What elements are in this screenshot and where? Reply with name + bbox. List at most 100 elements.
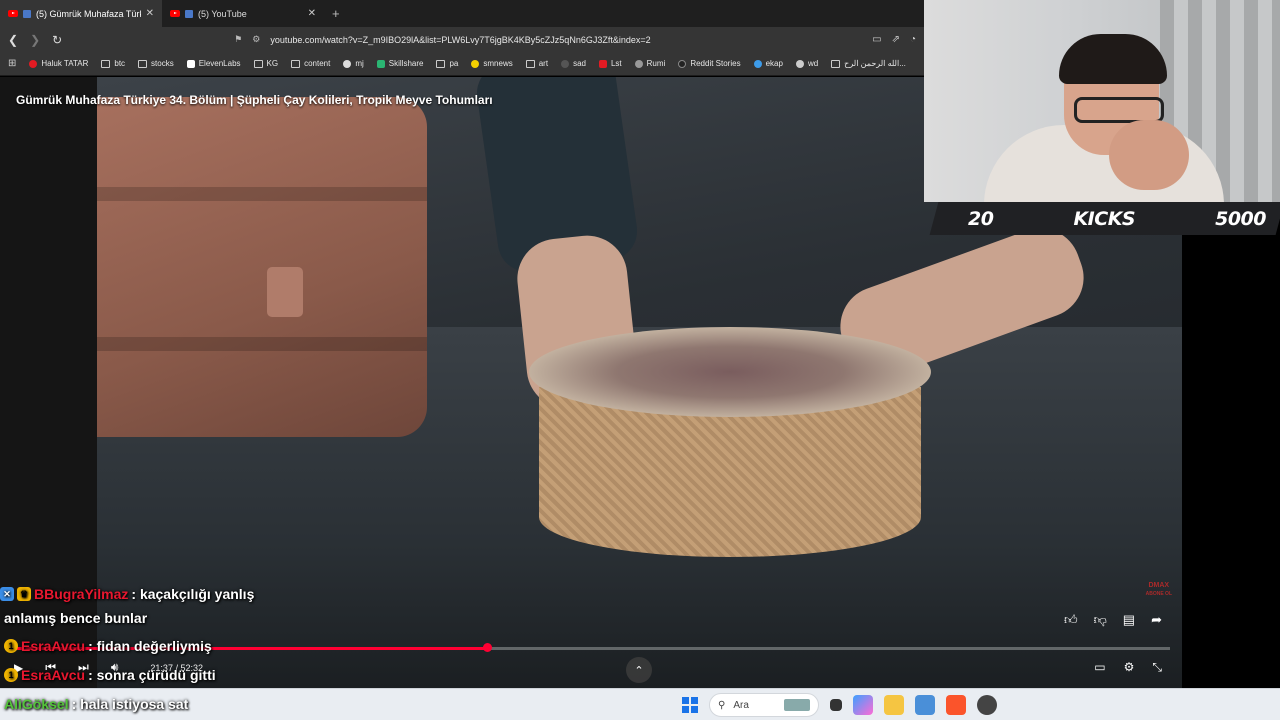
share-icon[interactable]: ⇗ [892, 34, 900, 45]
level-badge-icon: 1 [4, 639, 18, 653]
bookmark-item[interactable]: Lst [598, 59, 622, 68]
bookmark-label: ElevenLabs [198, 59, 241, 68]
brave-browser-icon[interactable] [946, 695, 966, 715]
chat-message: AliGöksel : hala istiyosa sat [4, 696, 188, 712]
ekap-icon [753, 59, 762, 68]
bookmark-item[interactable]: Haluk TATAR [29, 59, 88, 68]
bookmark-item[interactable]: smnews [471, 59, 513, 68]
dislike-icon[interactable]: 👎︎ [1094, 612, 1107, 628]
close-tab-icon[interactable]: ✕ [308, 8, 316, 19]
apps-icon[interactable]: ⊞ [8, 58, 16, 69]
watermark-line1: DMAX [1148, 582, 1170, 589]
sub-badge-icon: ✕ [0, 587, 14, 601]
bookmark-item[interactable]: Reddit Stories [678, 59, 741, 68]
bookmark-label: sad [573, 59, 586, 68]
smnews-icon [471, 59, 480, 68]
chat-text: : kaçakçılığı yanlış [131, 586, 255, 602]
bookmark-item[interactable]: Rumi [634, 59, 665, 68]
bookmark-label: Skillshare [388, 59, 424, 68]
folder-icon [436, 59, 446, 68]
bookmark-label: art [538, 59, 549, 68]
task-view-icon[interactable] [830, 699, 842, 711]
browser-tab-bar: (5) Gümrük Muhafaza Türkiye ✕ (5) YouTub… [0, 0, 924, 27]
chat-message: 1 EsraAvcu : fidan değerliymiş [4, 638, 212, 654]
bookmark-item[interactable]: Skillshare [376, 59, 424, 68]
bookmark-item[interactable]: sad [561, 59, 586, 68]
taskbar-apps: ⚲ Ara [682, 689, 997, 720]
bookmark-icon[interactable]: ⚑ [234, 34, 242, 45]
copilot-icon[interactable] [853, 695, 873, 715]
bookmark-label: Reddit Stories [690, 59, 741, 68]
cast-icon[interactable]: ▭ [872, 34, 881, 45]
watermark-line2: ABONE OL [1145, 591, 1172, 597]
tab-gumruk[interactable]: (5) Gümrük Muhafaza Türkiye ✕ [0, 0, 162, 27]
bookmarks-bar: ⊞ Haluk TATAR btc stocks ElevenLabs KG c… [0, 52, 924, 76]
exit-fullscreen-icon[interactable]: ⤡ [1152, 660, 1162, 675]
tab-youtube[interactable]: (5) YouTube ✕ [162, 0, 324, 27]
expand-up-icon[interactable]: ⌃ [626, 657, 652, 683]
sad-icon [561, 59, 570, 68]
tab-label: (5) Gümrük Muhafaza Türkiye [36, 8, 141, 19]
bookmark-item[interactable]: ElevenLabs [186, 59, 241, 68]
like-icon[interactable]: 👍︎ [1064, 612, 1078, 628]
youtube-icon [170, 10, 180, 17]
bookmark-label: content [304, 59, 331, 68]
snipping-tool-icon[interactable] [915, 695, 935, 715]
kicks-label: KICKS [1073, 207, 1136, 230]
site-info-icon[interactable]: ⚙ [252, 34, 260, 45]
bookmark-item[interactable]: content [291, 59, 330, 68]
comments-icon[interactable]: ▤ [1123, 612, 1135, 628]
windows-start-icon[interactable] [682, 697, 698, 713]
miniplayer-icon[interactable]: ▭ [1094, 660, 1105, 675]
bookmark-item[interactable]: wd [795, 59, 819, 68]
bookmark-item[interactable]: KG [253, 59, 278, 68]
crown-badge-icon: ♛ [17, 587, 31, 601]
level-badge-icon: 1 [4, 668, 18, 682]
bookmark-item[interactable]: ekap [753, 59, 783, 68]
bookmark-item[interactable]: btc [101, 59, 125, 68]
back-icon[interactable]: ❮ [8, 33, 18, 47]
folder-icon [525, 59, 535, 68]
forward-icon[interactable]: ❯ [30, 33, 40, 47]
chat-text: anlamış bence bunlar [4, 610, 148, 626]
bookmark-item[interactable]: الله الرحمن الرح... [831, 59, 906, 68]
bookmark-item[interactable]: stocks [138, 59, 174, 68]
close-tab-icon[interactable]: ✕ [146, 8, 154, 19]
bookmark-label: stocks [151, 59, 174, 68]
screen: (5) Gümrük Muhafaza Türkiye ✕ (5) YouTub… [0, 0, 1280, 720]
folder-icon [253, 59, 263, 68]
url-field[interactable]: ⚑ ⚙ youtube.com/watch?v=Z_m9IBO29lA&list… [234, 30, 860, 49]
settings-gear-icon[interactable]: ⚙ [1124, 660, 1135, 675]
tab-label: (5) YouTube [198, 8, 247, 19]
bookmark-item[interactable]: pa [436, 59, 458, 68]
bookmark-label: الله الرحمن الرح... [844, 59, 906, 68]
share-arrow-icon[interactable]: ➦ [1151, 612, 1162, 628]
new-tab-icon[interactable]: + [332, 6, 340, 21]
address-bar-row: ❮ ❯ ↻ ⚑ ⚙ youtube.com/watch?v=Z_m9IBO29l… [0, 27, 924, 52]
url-text: youtube.com/watch?v=Z_m9IBO29lA&list=PLW… [270, 34, 651, 45]
suitcase [97, 97, 427, 437]
taskbar-search[interactable]: ⚲ Ara [709, 693, 819, 717]
chat-message: ✕ ♛ BBugraYilmaz : kaçakçılığı yanlış [0, 586, 254, 602]
search-placeholder: Ara [733, 699, 749, 711]
file-explorer-icon[interactable] [884, 695, 904, 715]
streamer-hair [1059, 34, 1167, 84]
bookmark-item[interactable]: art [525, 59, 549, 68]
chat-username: AliGöksel [4, 696, 69, 712]
wd-icon [795, 59, 804, 68]
streamer-hand [1109, 120, 1189, 190]
bookmark-item[interactable]: mj [343, 59, 364, 68]
obs-icon[interactable] [977, 695, 997, 715]
progress-knob[interactable] [482, 643, 492, 652]
video-title[interactable]: Gümrük Muhafaza Türkiye 34. Bölüm | Şüph… [16, 93, 493, 107]
video-actions: 👍︎ 👎︎ ▤ ➦ [1064, 612, 1162, 628]
reload-icon[interactable]: ↻ [52, 33, 62, 47]
bookmark-label: wd [807, 59, 819, 68]
page-icon [831, 59, 841, 68]
bookmark-label: Haluk TATAR [41, 59, 89, 68]
youtube-icon [8, 10, 18, 17]
channel-watermark[interactable]: DMAX ABONE OL [1146, 582, 1172, 598]
rss-icon[interactable]: ◔ [910, 34, 916, 45]
kicks-goal: 5000 [1215, 207, 1266, 230]
tab-group-icon [185, 9, 193, 18]
